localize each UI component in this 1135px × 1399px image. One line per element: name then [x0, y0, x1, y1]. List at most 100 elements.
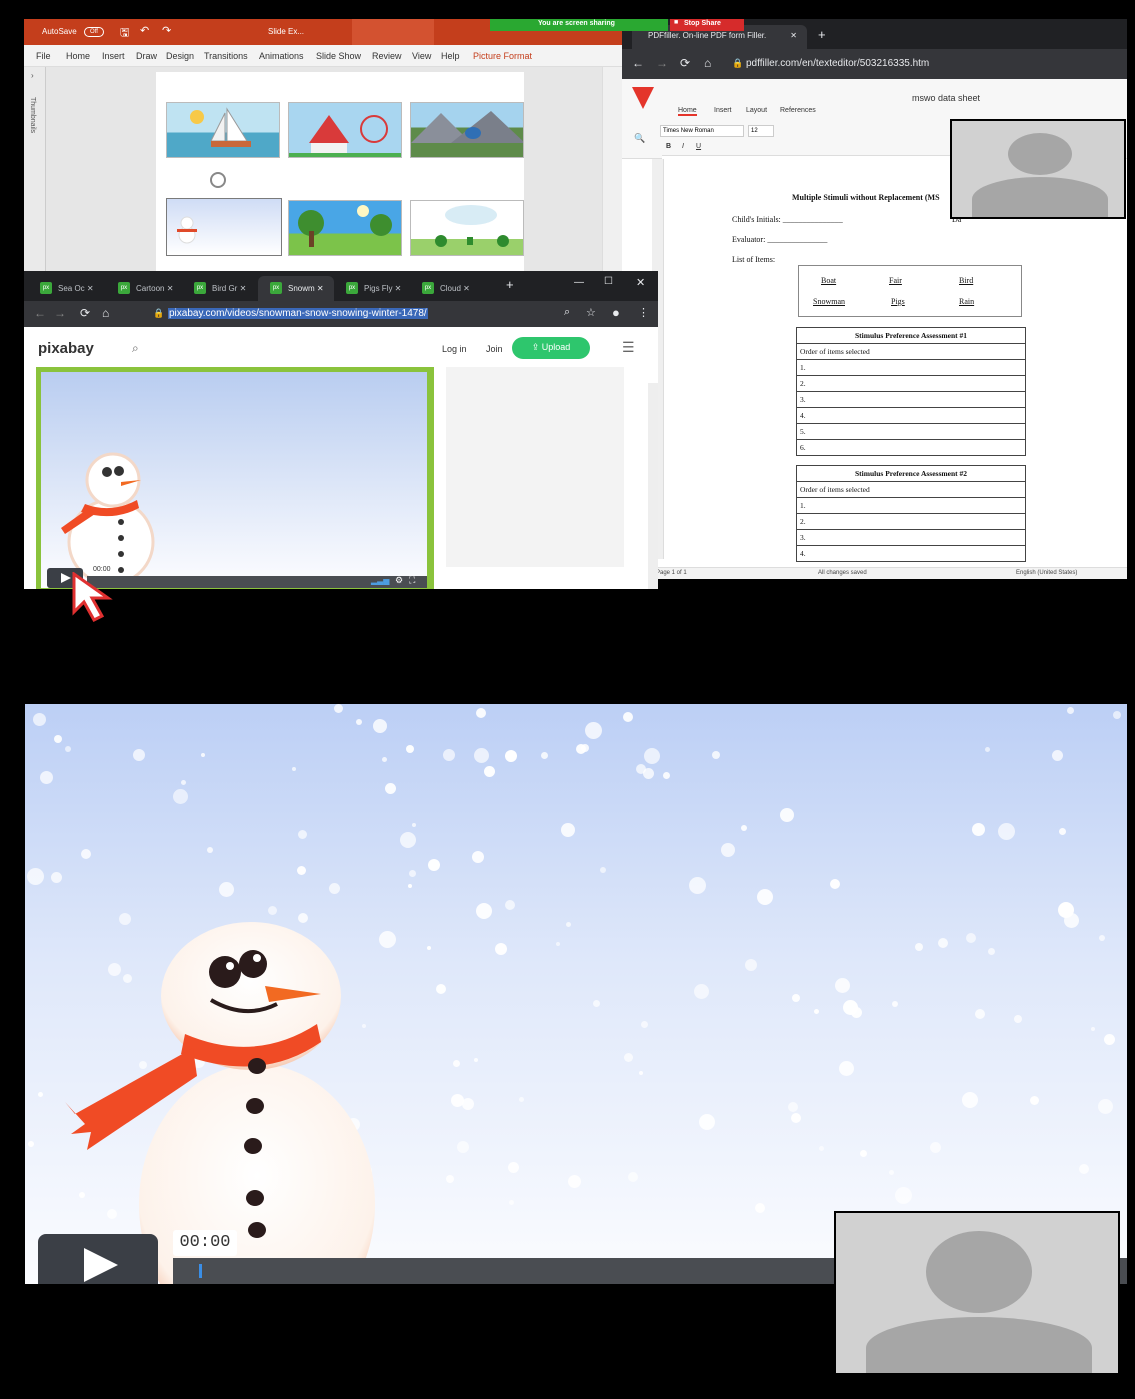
menu-review[interactable]: Review: [372, 51, 402, 61]
participant-camera-tile[interactable]: [834, 1211, 1120, 1375]
reload-icon[interactable]: ⟳: [80, 306, 90, 320]
menu-draw[interactable]: Draw: [136, 51, 157, 61]
tab-layout[interactable]: Layout: [746, 107, 767, 114]
menu-file[interactable]: File: [36, 51, 51, 61]
sailboat-picture[interactable]: [166, 102, 280, 158]
login-link[interactable]: Log in: [442, 344, 467, 354]
settings-icon[interactable]: ⚙: [395, 575, 403, 586]
url-field[interactable]: 🔒 pdffiller.com/en/texteditor/503216335.…: [732, 55, 1112, 73]
tab-bird[interactable]: px Bird Gr ✕: [182, 276, 258, 301]
reload-icon[interactable]: ⟳: [680, 56, 690, 70]
thumbnails-label: Thumbnails: [29, 97, 36, 134]
fullscreen-icon[interactable]: ⛶: [409, 575, 415, 586]
autosave-toggle[interactable]: Off: [84, 27, 104, 37]
slide-scrollbar[interactable]: [602, 67, 622, 279]
redo-icon[interactable]: ↷: [162, 24, 171, 37]
tree-pigs-picture[interactable]: [288, 200, 402, 256]
menu-slide-show[interactable]: Slide Show: [316, 51, 361, 61]
table-row[interactable]: 5.: [796, 423, 1026, 440]
table-row[interactable]: 6.: [796, 439, 1026, 456]
table-row[interactable]: 1.: [796, 497, 1026, 514]
save-icon[interactable]: 🖫: [120, 24, 129, 43]
back-icon[interactable]: ←: [632, 56, 644, 70]
circus-picture[interactable]: [288, 102, 402, 158]
table-row[interactable]: 4.: [796, 407, 1026, 424]
hamburger-menu-icon[interactable]: ☰: [622, 339, 635, 356]
maximize-icon[interactable]: ☐: [604, 276, 613, 287]
tab-sea[interactable]: px Sea Oc ✕: [28, 276, 104, 301]
tab-cartoon[interactable]: px Cartoon ✕: [106, 276, 182, 301]
pixabay-page: pixabay ⌕ Log in Join ⇪ Upload ☰ 00:00 ▂…: [24, 327, 658, 589]
tab-pigs[interactable]: px Pigs Fly ✕: [334, 276, 410, 301]
font-name-select[interactable]: Times New Roman: [660, 125, 744, 137]
upload-button[interactable]: ⇪ Upload: [512, 337, 590, 359]
volume-icon[interactable]: ▂▃▅: [371, 576, 389, 585]
menu-icon[interactable]: ⋮: [638, 306, 649, 319]
lock-icon: 🔒: [153, 308, 165, 318]
menu-insert[interactable]: Insert: [102, 51, 125, 61]
close-window-icon[interactable]: ✕: [636, 276, 645, 289]
back-icon[interactable]: ←: [34, 306, 46, 320]
url-field[interactable]: 🔒 pixabay.com/videos/snowman-snow-snowin…: [148, 305, 548, 323]
tab-insert[interactable]: Insert: [714, 107, 732, 114]
cloud-rain-picture[interactable]: [410, 200, 524, 256]
forward-icon[interactable]: →: [54, 306, 66, 320]
stop-share-button[interactable]: ■ Stop Share: [670, 19, 744, 31]
join-link[interactable]: Join: [486, 344, 503, 354]
menu-animations[interactable]: Animations: [259, 51, 304, 61]
italic-button[interactable]: I: [682, 143, 684, 150]
bold-button[interactable]: B: [666, 143, 671, 150]
table-row[interactable]: 4.: [796, 545, 1026, 562]
pixabay-logo[interactable]: pixabay: [38, 340, 94, 357]
zoom-icon[interactable]: 🔍: [634, 133, 645, 144]
menu-picture-format[interactable]: Picture Format: [473, 51, 532, 61]
table-row[interactable]: 1.: [796, 359, 1026, 376]
thumbnails-pane[interactable]: › Thumbnails: [24, 67, 46, 279]
table-row[interactable]: 2.: [796, 513, 1026, 530]
search-box[interactable]: [352, 19, 434, 45]
participant-camera-tile-small[interactable]: [950, 119, 1126, 219]
menu-home[interactable]: Home: [66, 51, 90, 61]
bird-mountains-picture[interactable]: [410, 102, 524, 158]
child-initials-field[interactable]: Child's Initials: _______________: [732, 215, 843, 224]
minimize-icon[interactable]: —: [574, 277, 584, 288]
tab-references[interactable]: References: [780, 107, 816, 114]
document-page[interactable]: Multiple Stimuli without Replacement (MS…: [674, 159, 1124, 562]
underline-button[interactable]: U: [696, 143, 701, 150]
evaluator-field[interactable]: Evaluator: _______________: [732, 235, 827, 244]
tab-home[interactable]: Home: [678, 107, 697, 116]
tab-snowman-active[interactable]: px Snowm ✕: [258, 276, 334, 301]
search-icon[interactable]: ⌕: [132, 341, 139, 356]
video-playback-large[interactable]: 00:00: [25, 704, 1127, 1284]
home-icon[interactable]: ⌂: [704, 56, 711, 70]
menu-design[interactable]: Design: [166, 51, 194, 61]
rotate-handle-icon[interactable]: [210, 172, 226, 188]
menu-transitions[interactable]: Transitions: [204, 51, 248, 61]
menu-view[interactable]: View: [412, 51, 431, 61]
page-scrollbar[interactable]: [648, 383, 658, 589]
tab-cloud[interactable]: px Cloud ✕: [410, 276, 486, 301]
undo-icon[interactable]: ↶: [140, 24, 149, 37]
progress-handle[interactable]: [199, 1264, 202, 1278]
star-icon[interactable]: ☆: [586, 306, 596, 319]
snowman-picture-selected[interactable]: [166, 198, 282, 256]
close-icon[interactable]: ✕: [790, 31, 797, 40]
font-size-select[interactable]: 12: [748, 125, 774, 137]
table-row[interactable]: 3.: [796, 391, 1026, 408]
avatar-head-icon: [1008, 133, 1072, 175]
zoom-icon[interactable]: ⌕: [564, 306, 570, 319]
save-status: All changes saved: [818, 570, 867, 576]
chevron-right-icon[interactable]: ›: [31, 71, 34, 80]
play-button[interactable]: [38, 1234, 158, 1284]
autosave-label: AutoSave: [42, 27, 77, 36]
account-icon[interactable]: ●: [612, 305, 620, 320]
video-player[interactable]: 00:00 ▂▃▅ ⚙ ⛶: [36, 367, 434, 589]
menu-help[interactable]: Help: [441, 51, 460, 61]
table-row[interactable]: 3.: [796, 529, 1026, 546]
forward-icon[interactable]: →: [656, 56, 668, 70]
language-select[interactable]: English (United States): [1016, 570, 1077, 576]
home-icon[interactable]: ⌂: [102, 306, 109, 320]
new-tab-icon[interactable]: +: [818, 27, 826, 42]
table-row[interactable]: 2.: [796, 375, 1026, 392]
new-tab-icon[interactable]: +: [506, 277, 514, 292]
